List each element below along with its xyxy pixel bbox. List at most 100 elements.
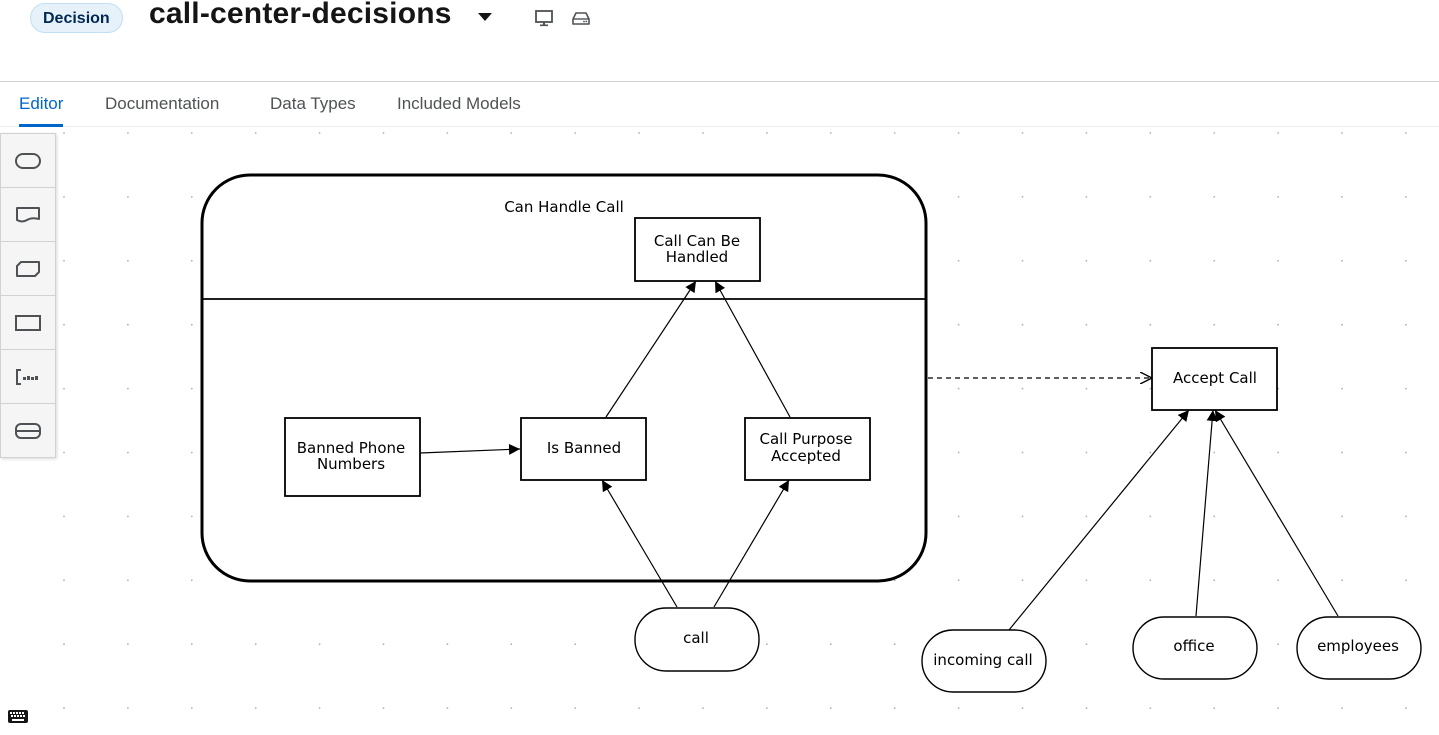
grid-dot <box>1405 515 1407 518</box>
node-accept-call[interactable]: Accept Call <box>1151 347 1278 411</box>
grid-dot <box>510 643 513 646</box>
grid-dot <box>1405 323 1407 326</box>
palette-input-data[interactable] <box>1 134 55 188</box>
grid-dot <box>63 579 65 582</box>
diagram-canvas[interactable]: Can Handle Call Call Can Be Handled Bann… <box>0 127 1439 735</box>
grid-dot <box>1021 259 1024 262</box>
palette-knowledge-source[interactable] <box>1 188 55 242</box>
knowledge-source-icon <box>16 206 40 222</box>
grid-dot <box>1277 132 1279 134</box>
grid-dot <box>63 515 65 518</box>
grid-dot <box>1085 387 1088 390</box>
palette-decision-service[interactable] <box>1 404 55 457</box>
grid-dot <box>829 132 832 134</box>
grid-dot <box>1021 707 1024 709</box>
grid-dot <box>574 707 577 709</box>
grid-dot <box>957 196 960 198</box>
tab-documentation[interactable]: Documentation <box>105 94 219 114</box>
node-incoming-call[interactable]: incoming call <box>921 629 1047 693</box>
grid-dot <box>829 707 832 709</box>
grid-dot <box>63 259 65 262</box>
grid-dot <box>957 132 960 134</box>
node-call[interactable]: call <box>634 607 760 672</box>
keyboard-icon[interactable] <box>8 710 28 723</box>
edge-employees-to-accept-call[interactable] <box>1214 409 1339 617</box>
node-employees[interactable]: employees <box>1296 616 1422 680</box>
grid-dot <box>1085 451 1088 454</box>
grid-dot <box>1213 579 1216 582</box>
grid-dot <box>957 707 960 709</box>
grid-dot <box>1277 579 1279 582</box>
node-banned-phone-numbers[interactable]: Banned Phone Numbers <box>284 417 421 497</box>
hard-drive-icon[interactable] <box>571 8 591 28</box>
grid-dot <box>190 451 193 454</box>
grid-dot <box>127 259 129 262</box>
grid-dot <box>893 132 896 134</box>
grid-dot <box>1149 259 1152 262</box>
grid-dot <box>1149 196 1152 198</box>
edge-office-to-accept-call[interactable] <box>1195 409 1218 617</box>
grid-dot <box>63 132 65 134</box>
node-call-can-be-handled[interactable]: Call Can Be Handled <box>634 217 761 282</box>
grid-dot <box>1085 259 1088 262</box>
grid-dot <box>127 579 129 582</box>
tab-editor[interactable]: Editor <box>19 94 64 127</box>
grid-dot <box>382 132 385 134</box>
grid-dot <box>127 132 129 134</box>
grid-dot <box>190 579 193 582</box>
grid-dot <box>574 132 577 134</box>
input-data-icon <box>15 152 41 169</box>
node-is-banned[interactable]: Is Banned <box>520 417 647 481</box>
grid-dot <box>127 643 129 646</box>
grid-dot <box>1085 707 1088 709</box>
grid-dot <box>1213 451 1216 454</box>
grid-dot <box>702 707 704 709</box>
grid-dot <box>63 323 65 326</box>
grid-dot <box>1277 196 1279 198</box>
grid-dot <box>190 323 193 326</box>
grid-dot <box>127 323 129 326</box>
grid-dot <box>1021 387 1024 390</box>
grid-dot <box>318 132 321 134</box>
grid-dot <box>1149 323 1152 326</box>
grid-dot <box>382 707 385 709</box>
decision-service-can-handle-call[interactable]: Can Handle Call <box>200 173 928 583</box>
grid-dot <box>1085 579 1088 582</box>
desktop-icon[interactable] <box>534 8 554 28</box>
grid-dot <box>1277 707 1279 709</box>
grid-dot <box>1341 132 1343 134</box>
tab-data-types[interactable]: Data Types <box>270 94 356 114</box>
grid-dot <box>1341 323 1343 326</box>
grid-dot <box>1149 132 1152 134</box>
grid-dot <box>1341 387 1343 390</box>
node-office[interactable]: office <box>1132 616 1258 680</box>
grid-dot <box>190 707 193 709</box>
grid-dot <box>127 387 129 390</box>
grid-dot <box>1341 707 1343 709</box>
grid-dot <box>1021 451 1024 454</box>
grid-dot <box>829 643 832 646</box>
grid-dot <box>1405 259 1407 262</box>
node-call-purpose-accepted[interactable]: Call Purpose Accepted <box>744 417 871 481</box>
grid-dot <box>1085 515 1088 518</box>
edge-incoming-call-to-accept-call[interactable] <box>1008 409 1190 631</box>
grid-dot <box>1213 259 1216 262</box>
grid-dot <box>190 196 193 198</box>
caret-down-icon[interactable] <box>478 13 492 21</box>
palette-text-annotation[interactable] <box>1 350 55 404</box>
grid-dot <box>1341 196 1343 198</box>
grid-dot <box>1213 515 1216 518</box>
tab-included-models[interactable]: Included Models <box>397 94 521 114</box>
grid-dot <box>1341 579 1343 582</box>
grid-dot <box>190 132 193 134</box>
grid-dot <box>1405 196 1407 198</box>
grid-dot <box>510 132 513 134</box>
grid-dot <box>1277 323 1279 326</box>
grid-dot <box>63 707 65 709</box>
decision-service-label: Can Handle Call <box>504 198 624 216</box>
grid-dot <box>1341 451 1343 454</box>
grid-dot <box>1277 643 1279 646</box>
palette-decision[interactable] <box>1 296 55 350</box>
palette-business-knowledge-model[interactable] <box>1 242 55 296</box>
grid-dot <box>127 196 129 198</box>
